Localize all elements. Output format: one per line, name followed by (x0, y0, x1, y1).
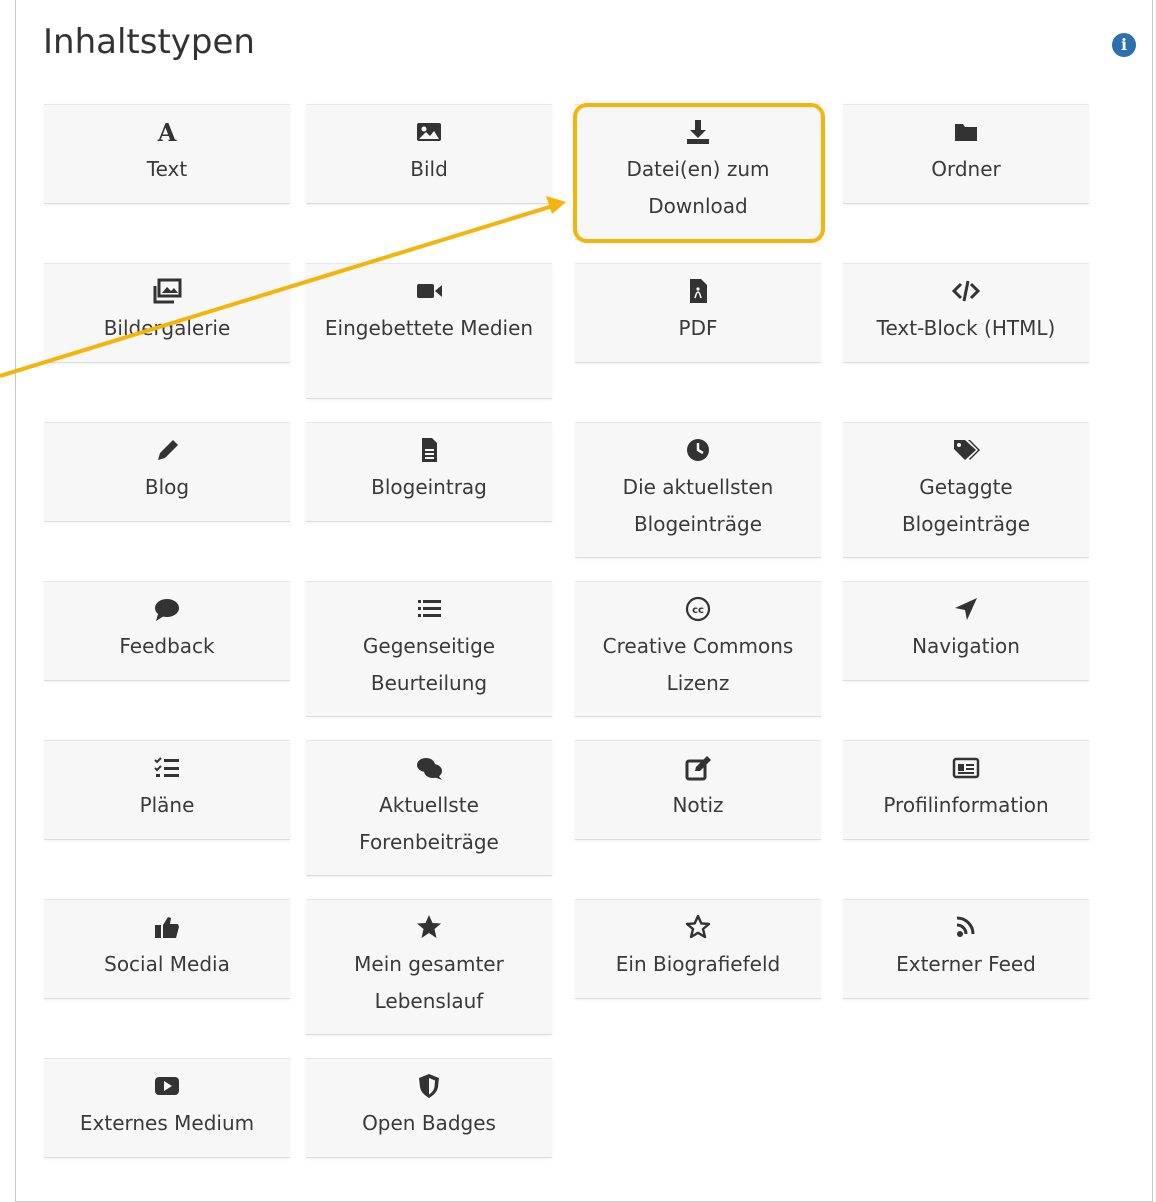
tile-label: Externer Feed (896, 952, 1036, 976)
document-icon (414, 437, 444, 463)
clock-icon (683, 437, 713, 463)
tile-label: Open Badges (362, 1111, 496, 1135)
content-type-tile[interactable]: Datei(en) zum Download (575, 104, 821, 240)
svg-text:A: A (157, 119, 177, 145)
tile-label: Bildergalerie (103, 316, 231, 340)
tile-label: Creative Commons Lizenz (602, 634, 794, 695)
content-type-tile[interactable]: A Text (44, 104, 290, 204)
content-type-tile[interactable]: Mein gesamter Lebenslauf (306, 899, 552, 1035)
comment-icon (152, 596, 182, 622)
tile-label: Ordner (931, 157, 1001, 181)
content-type-tile[interactable]: Getaggte Blogeinträge (843, 422, 1089, 558)
rss-icon (951, 914, 981, 940)
tags-icon (951, 437, 981, 463)
video-camera-icon (414, 278, 444, 304)
comments-icon (414, 755, 444, 781)
tasks-icon (152, 755, 182, 781)
image-icon (414, 119, 444, 145)
content-type-tile[interactable]: Ein Biografiefeld (575, 899, 821, 999)
content-type-tile[interactable]: Externes Medium (44, 1058, 290, 1158)
pencil-icon (152, 437, 182, 463)
tile-label: Eingebettete Medien (324, 316, 534, 340)
tile-label: Datei(en) zum Download (626, 157, 770, 218)
content-type-tile[interactable]: Social Media (44, 899, 290, 999)
tile-label: Externes Medium (79, 1111, 255, 1135)
content-type-tile[interactable]: Die aktuellsten Blogeinträge (575, 422, 821, 558)
tile-label: Feedback (119, 634, 215, 658)
content-type-tile[interactable]: PDF (575, 263, 821, 363)
content-type-tile[interactable]: Bildergalerie (44, 263, 290, 363)
content-type-tile[interactable]: Feedback (44, 581, 290, 681)
content-type-tile[interactable]: Gegenseitige Beurteilung (306, 581, 552, 717)
content-type-tile[interactable]: Eingebettete Medien (306, 263, 552, 399)
pdf-icon (683, 278, 713, 304)
star-outline-icon (683, 914, 713, 940)
content-type-tile[interactable]: cc Creative Commons Lizenz (575, 581, 821, 717)
content-type-tile[interactable]: Notiz (575, 740, 821, 840)
tile-label: Die aktuellsten Blogeinträge (622, 475, 774, 536)
thumbs-up-icon (152, 914, 182, 940)
tile-label: Aktuellste Forenbeiträge (359, 793, 499, 854)
info-icon[interactable]: i (1112, 33, 1136, 57)
tile-label: Pläne (139, 793, 195, 817)
shield-icon (414, 1073, 444, 1099)
star-icon (414, 914, 444, 940)
list-icon (414, 596, 444, 622)
content-type-tile[interactable]: Externer Feed (843, 899, 1089, 999)
code-icon (951, 278, 981, 304)
youtube-icon (152, 1073, 182, 1099)
id-card-icon (951, 755, 981, 781)
content-type-tile[interactable]: Navigation (843, 581, 1089, 681)
svg-text:cc: cc (692, 605, 704, 616)
tile-label: Notiz (672, 793, 724, 817)
folder-icon (951, 119, 981, 145)
tile-label: Ein Biografiefeld (615, 952, 781, 976)
tile-label: Bild (410, 157, 448, 181)
gallery-icon (152, 278, 182, 304)
content-type-tile[interactable]: Blogeintrag (306, 422, 552, 522)
tile-label: Blog (144, 475, 190, 499)
content-type-tile[interactable]: Open Badges (306, 1058, 552, 1158)
location-arrow-icon (951, 596, 981, 622)
content-type-tile[interactable]: Profilinformation (843, 740, 1089, 840)
tile-label: Getaggte Blogeinträge (901, 475, 1031, 536)
tile-label: Gegenseitige Beurteilung (362, 634, 496, 695)
content-type-tile[interactable]: Bild (306, 104, 552, 204)
content-type-tile[interactable]: Ordner (843, 104, 1089, 204)
tile-label: Mein gesamter Lebenslauf (354, 952, 504, 1013)
tile-label: Text-Block (HTML) (876, 316, 1056, 340)
tile-label: Profilinformation (883, 793, 1049, 817)
download-icon (683, 119, 713, 145)
content-type-tile[interactable]: Aktuellste Forenbeiträge (306, 740, 552, 876)
content-type-tile[interactable]: Text-Block (HTML) (843, 263, 1089, 363)
creative-commons-icon: cc (683, 596, 713, 622)
tile-label: Social Media (104, 952, 230, 976)
content-type-tile[interactable]: Blog (44, 422, 290, 522)
tile-label: PDF (678, 316, 718, 340)
text-icon: A (152, 119, 182, 145)
tile-label: Blogeintrag (371, 475, 487, 499)
tile-label: Text (146, 157, 188, 181)
tile-label: Navigation (912, 634, 1020, 658)
content-type-tile[interactable]: Pläne (44, 740, 290, 840)
panel-title: Inhaltstypen (43, 22, 255, 62)
edit-note-icon (683, 755, 713, 781)
